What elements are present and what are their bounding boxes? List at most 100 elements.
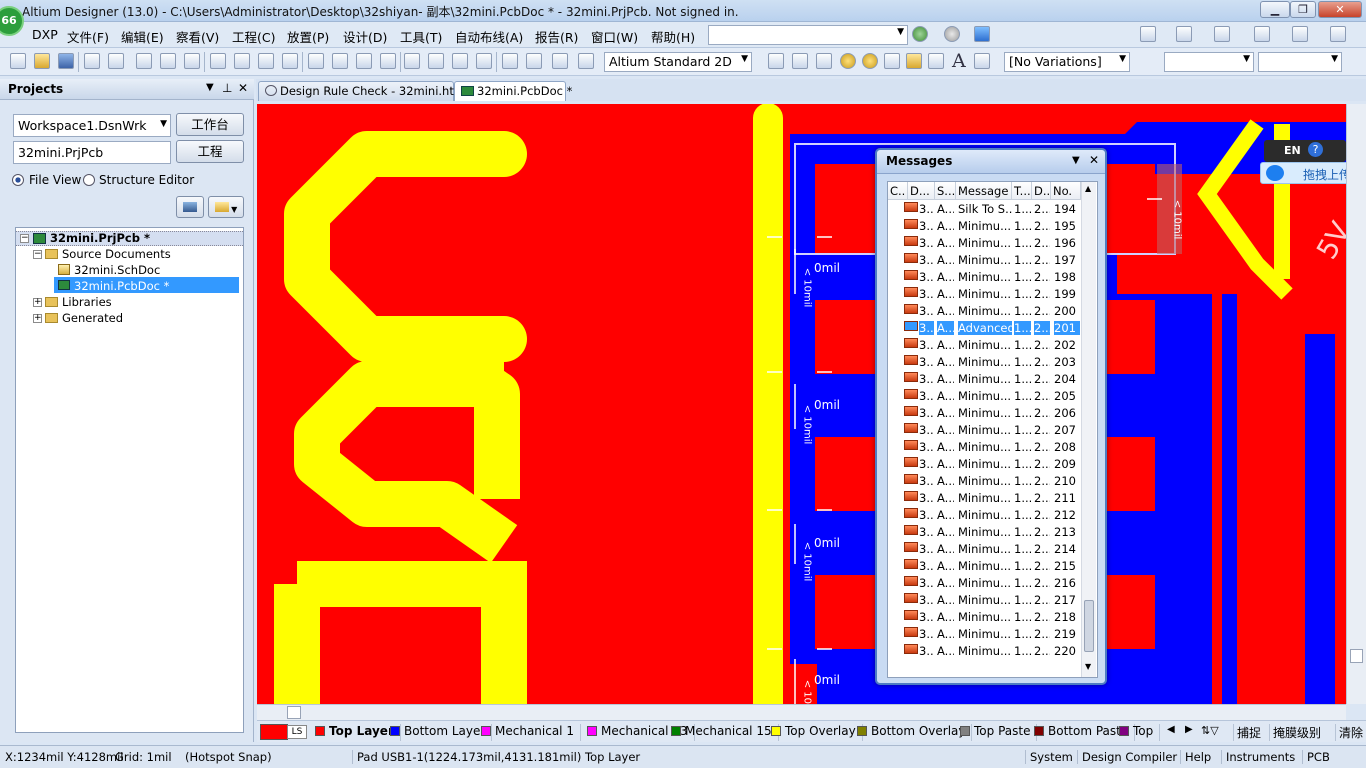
message-row[interactable]: 3...A... Minimu...1...2... 203: [888, 354, 1081, 371]
snap-button[interactable]: 捕捉: [1233, 724, 1261, 741]
layer-set-button[interactable]: LS: [287, 725, 307, 739]
file-view-radio[interactable]: [12, 174, 24, 186]
via-icon[interactable]: [862, 53, 878, 69]
column-header[interactable]: C..: [888, 182, 908, 200]
open-icon[interactable]: [34, 53, 50, 69]
menu-view[interactable]: 察看(V): [176, 27, 219, 46]
layer-tab[interactable]: Bottom Overlay: [857, 724, 973, 741]
column-header[interactable]: T...: [1012, 182, 1032, 200]
message-row[interactable]: 3...A... Minimu...1...2... 202: [888, 337, 1081, 354]
collapse-icon[interactable]: −: [33, 250, 42, 259]
message-row[interactable]: 3...A... Minimu...1...2... 211: [888, 490, 1081, 507]
layer-stack-icon[interactable]: [1176, 26, 1192, 42]
message-row[interactable]: 3...A... Minimu...1...2... 199: [888, 286, 1081, 303]
tab-pcbdoc[interactable]: 32mini.PcbDoc *: [454, 81, 572, 101]
zoom-filter-icon[interactable]: [282, 53, 298, 69]
message-row[interactable]: 3...A... Minimu...1...2... 205: [888, 388, 1081, 405]
collapse-icon[interactable]: −: [20, 234, 29, 243]
extra-select[interactable]: ▼: [1164, 52, 1254, 72]
menu-project[interactable]: 工程(C): [232, 27, 275, 46]
zoom-selected-icon[interactable]: [258, 53, 274, 69]
zoom-area-icon[interactable]: [234, 53, 250, 69]
copy-icon[interactable]: [332, 53, 348, 69]
scroll-left-icon[interactable]: ◀: [1167, 724, 1175, 735]
layer-tab[interactable]: Mechanical 1: [481, 724, 581, 741]
project-button[interactable]: 工程: [176, 140, 244, 163]
multi-route-icon[interactable]: [816, 53, 832, 69]
menu-dxp[interactable]: DXP: [32, 27, 58, 42]
expand-icon[interactable]: +: [33, 298, 42, 307]
structure-editor-radio[interactable]: [83, 174, 95, 186]
message-row[interactable]: 3...A... Minimu...1...2... 208: [888, 439, 1081, 456]
message-row[interactable]: 3...A... Minimu...1...2... 204: [888, 371, 1081, 388]
project-field[interactable]: 32mini.PrjPcb: [13, 141, 171, 164]
menu-reports[interactable]: 报告(R): [535, 27, 578, 46]
message-row[interactable]: 3...A... Minimu...1...2... 220: [888, 643, 1081, 660]
filter-icon[interactable]: ⇅▽: [1201, 724, 1219, 737]
instruments-button[interactable]: Instruments: [1221, 750, 1295, 764]
menu-autoroute[interactable]: 自动布线(A): [455, 27, 523, 46]
menu-place[interactable]: 放置(P): [287, 27, 329, 46]
layer-tab[interactable]: Mechanical 15: [671, 724, 779, 741]
select-filter-icon[interactable]: [1214, 26, 1230, 42]
system-button[interactable]: System: [1025, 750, 1073, 764]
message-row[interactable]: 3...A... Minimu...1...2... 210: [888, 473, 1081, 490]
back-icon[interactable]: [912, 26, 928, 42]
scroll-thumb[interactable]: [1084, 600, 1094, 652]
message-row[interactable]: 3...A... Minimu...1...2... 214: [888, 541, 1081, 558]
pcb-canvas[interactable]: 0mil 0mil 0mil 0mil < 10mil < 10mil < 10…: [257, 104, 1346, 704]
canvas-hscroll[interactable]: [257, 704, 1346, 720]
message-row[interactable]: 3...A... Minimu...1...2... 196: [888, 235, 1081, 252]
variations-select[interactable]: [No Variations] ▼: [1004, 52, 1130, 72]
layers-3d-icon[interactable]: [136, 53, 152, 69]
layer-tab[interactable]: Top Overlay: [771, 724, 863, 741]
workspace-button[interactable]: 工作台: [176, 113, 244, 136]
array-icon[interactable]: [974, 53, 990, 69]
message-row[interactable]: 3...A... Minimu...1...2... 217: [888, 592, 1081, 609]
extra-select-2[interactable]: ▼: [1258, 52, 1342, 72]
tree-project-root[interactable]: 32mini.PrjPcb *: [50, 230, 150, 246]
ime-toolbar[interactable]: EN ?: [1264, 140, 1346, 162]
folder-icon[interactable]: [184, 53, 200, 69]
board-icon[interactable]: [160, 53, 176, 69]
message-row[interactable]: 3...A... Minimu...1...2... 207: [888, 422, 1081, 439]
help-button[interactable]: Help: [1180, 750, 1211, 764]
tree-generated[interactable]: Generated: [62, 310, 123, 326]
scroll-right-icon[interactable]: ▶: [1185, 724, 1193, 735]
layer-tab[interactable]: Top Paste: [960, 724, 1038, 741]
pen-icon[interactable]: [552, 53, 568, 69]
clear-button[interactable]: 清除: [1335, 724, 1363, 741]
pin-icon[interactable]: ⊥: [222, 81, 232, 95]
zoom-fit-icon[interactable]: [210, 53, 226, 69]
menu-edit[interactable]: 编辑(E): [121, 27, 164, 46]
home-icon[interactable]: [974, 26, 990, 42]
view-mode-select[interactable]: Altium Standard 2D ▼: [604, 52, 752, 72]
print-icon[interactable]: [84, 53, 100, 69]
message-row[interactable]: 3...A... Minimu...1...2... 218: [888, 609, 1081, 626]
arrange-icon[interactable]: [1292, 26, 1308, 42]
redo-icon[interactable]: [526, 53, 542, 69]
scroll-up-icon[interactable]: ▲: [1085, 184, 1091, 193]
print-preview-icon[interactable]: [108, 53, 124, 69]
scroll-down-icon[interactable]: ▼: [1085, 662, 1091, 671]
view-config-icon[interactable]: [1140, 26, 1156, 42]
rubber-stamp-icon[interactable]: [380, 53, 396, 69]
layer-tab[interactable]: Top Layer: [315, 724, 401, 741]
message-row[interactable]: 3...A... Minimu...1...2... 216: [888, 575, 1081, 592]
string-icon[interactable]: A: [952, 50, 966, 72]
message-row[interactable]: 3...A... Minimu...1...2... 198: [888, 269, 1081, 286]
arc-icon[interactable]: [884, 53, 900, 69]
tree-source-documents[interactable]: Source Documents: [62, 246, 171, 262]
close-button[interactable]: ✕: [1318, 1, 1362, 18]
deselect-icon[interactable]: [452, 53, 468, 69]
polygon-icon[interactable]: [928, 53, 944, 69]
diff-pair-icon[interactable]: [792, 53, 808, 69]
grid-icon[interactable]: [1330, 26, 1346, 42]
align-icon[interactable]: [1254, 26, 1270, 42]
select-area-icon[interactable]: [404, 53, 420, 69]
workspace-tools-button[interactable]: [176, 196, 204, 218]
layer-tab[interactable]: Top: [1119, 724, 1161, 741]
column-header[interactable]: S...: [935, 182, 956, 200]
message-row[interactable]: 3...A... Minimu...1...2... 215: [888, 558, 1081, 575]
clear-filter-icon[interactable]: [476, 53, 492, 69]
